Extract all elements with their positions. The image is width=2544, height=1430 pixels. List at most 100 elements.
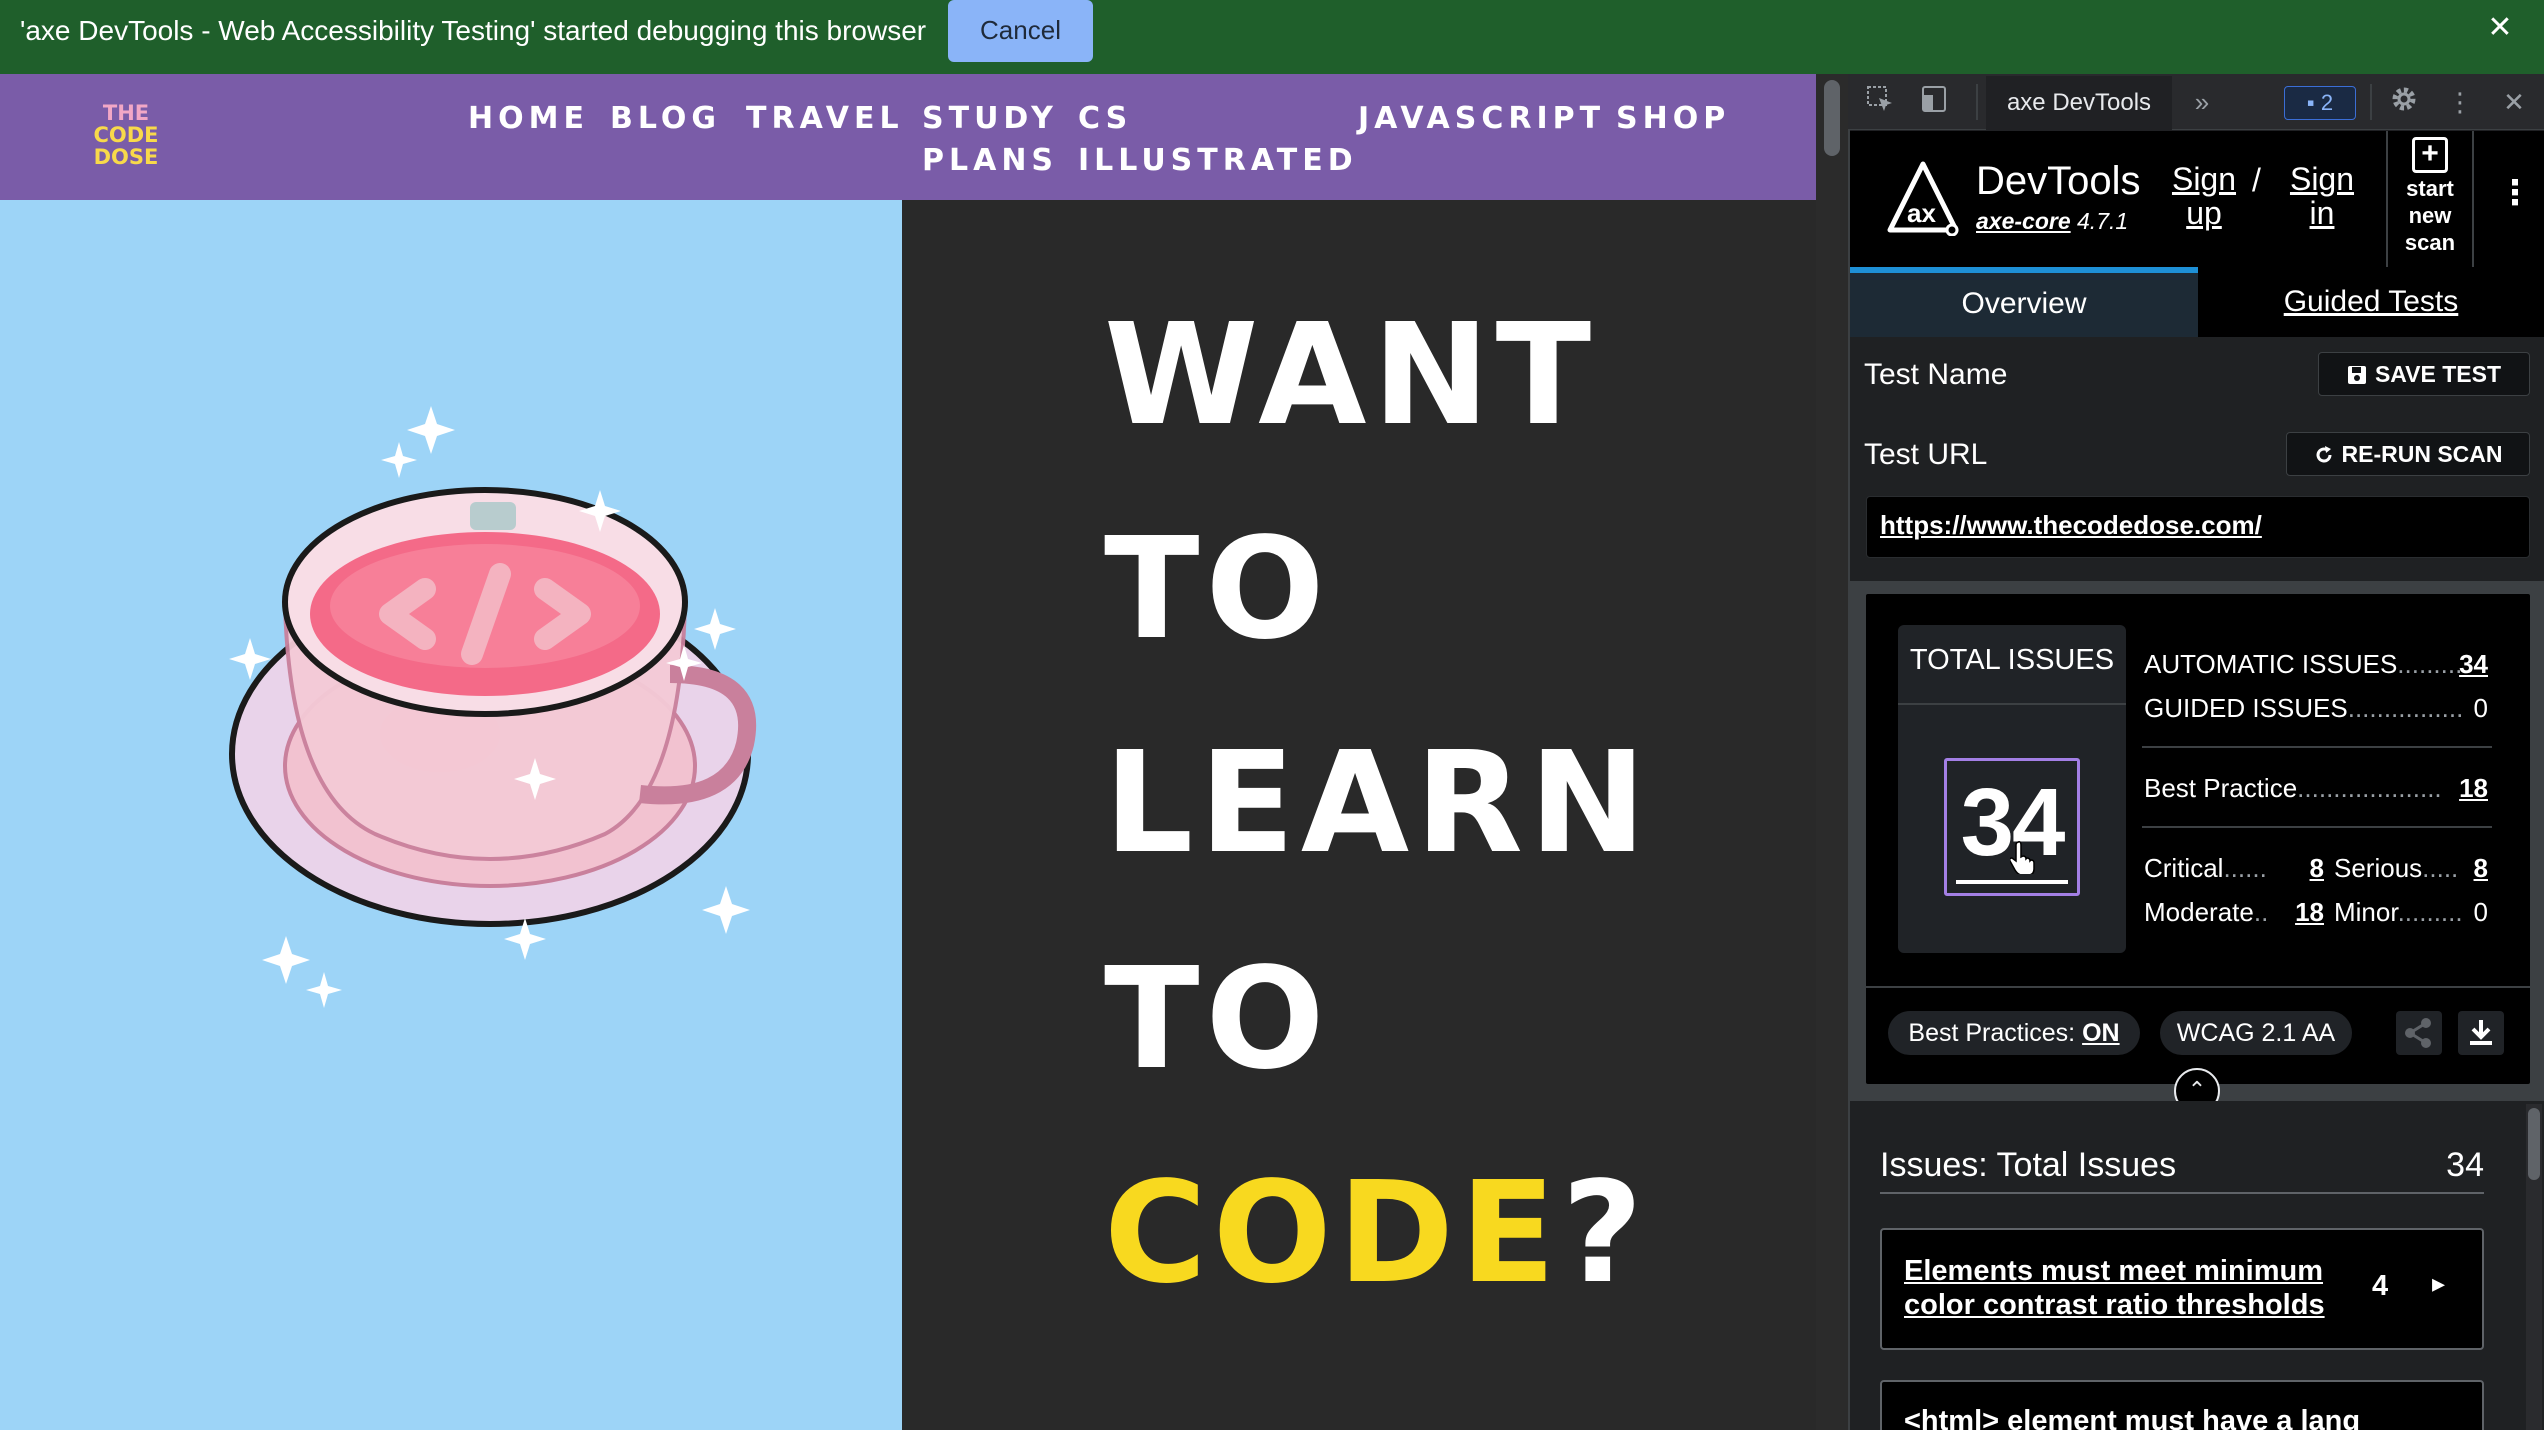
issue-title[interactable]: Elements must meet minimum color contras… bbox=[1904, 1254, 2344, 1322]
chevron-right-icon[interactable]: ▸ bbox=[2432, 1268, 2445, 1299]
best-practice-label: Best Practice.................... bbox=[2144, 772, 2442, 804]
minor-text: Minor bbox=[2334, 897, 2398, 927]
axe-core-link[interactable]: axe-core bbox=[1976, 208, 2071, 234]
nav-link-cs-line1: CS bbox=[1078, 101, 1133, 136]
summary-divider-2 bbox=[2142, 826, 2492, 828]
axe-logo-icon: ax bbox=[1887, 161, 1959, 236]
hero-word-learn: LEARN bbox=[1104, 722, 1653, 885]
download-icon bbox=[2470, 1020, 2492, 1045]
website-scrollbar-thumb[interactable] bbox=[1824, 80, 1840, 156]
cancel-debugging-button[interactable]: Cancel bbox=[948, 0, 1093, 62]
inspect-icon[interactable] bbox=[1862, 84, 1898, 120]
logo-line-the: THE bbox=[102, 101, 150, 125]
sign-up-link[interactable]: Sign up bbox=[2168, 162, 2240, 230]
messages-badge[interactable]: ▪ 2 bbox=[2284, 86, 2356, 120]
nav-link-javascript[interactable]: JAVASCRIPT bbox=[1358, 98, 1605, 140]
nav-link-shop[interactable]: SHOP bbox=[1616, 98, 1730, 140]
nav-link-blog[interactable]: BLOG bbox=[610, 98, 721, 140]
save-test-button[interactable]: SAVE TEST bbox=[2318, 352, 2530, 396]
test-name-label: Test Name bbox=[1864, 358, 2008, 391]
axe-product-title: DevTools bbox=[1976, 159, 2141, 203]
plus-icon: + bbox=[2412, 137, 2448, 173]
nav-link-study-plans-line1: STUDY bbox=[922, 101, 1058, 136]
best-practices-label: Best Practices: bbox=[1908, 1019, 2076, 1047]
logo-line-code: CODE bbox=[93, 123, 159, 147]
messages-count: 2 bbox=[2320, 90, 2334, 115]
site-logo[interactable]: THE CODE DOSE bbox=[86, 102, 166, 174]
nav-link-travel[interactable]: TRAVEL bbox=[746, 98, 904, 140]
hero-word-to-2: TO bbox=[1104, 938, 1331, 1101]
sign-in-link[interactable]: Sign in bbox=[2282, 162, 2362, 230]
nav-link-study-plans[interactable]: STUDY PLANS bbox=[922, 98, 1058, 182]
logo-line-dose: DOSE bbox=[93, 145, 159, 169]
settings-icon[interactable] bbox=[2386, 84, 2422, 120]
share-icon bbox=[2405, 1018, 2431, 1048]
axe-core-version-number: 4.7.1 bbox=[2077, 208, 2129, 234]
automatic-issues-count[interactable]: 34 bbox=[2452, 648, 2488, 680]
nav-link-cs-line2: ILLUSTRATED bbox=[1078, 143, 1358, 178]
start-new-scan-button[interactable]: + start new scan bbox=[2386, 131, 2474, 267]
save-test-label: SAVE TEST bbox=[2374, 361, 2502, 387]
tab-overview[interactable]: Overview bbox=[1850, 267, 2198, 337]
best-practices-state: ON bbox=[2082, 1019, 2120, 1047]
nav-link-home[interactable]: HOME bbox=[468, 98, 589, 140]
nav-link-cs-illustrated[interactable]: CS ILLUSTRATED bbox=[1078, 98, 1358, 182]
hero-question-mark: ? bbox=[1561, 1152, 1649, 1315]
moderate-text: Moderate bbox=[2144, 897, 2254, 927]
best-practice-text: Best Practice bbox=[2144, 773, 2298, 803]
best-practices-toggle[interactable]: Best Practices: ON bbox=[1888, 1011, 2140, 1055]
test-url-link[interactable]: https://www.thecodedose.com/ bbox=[1880, 510, 2262, 541]
critical-count[interactable]: 8 bbox=[2300, 852, 2324, 884]
hero-word-to: TO bbox=[1104, 508, 1331, 671]
moderate-label: Moderate.. bbox=[2144, 896, 2268, 928]
critical-text: Critical bbox=[2144, 853, 2224, 883]
guided-issues-text: GUIDED ISSUES bbox=[2144, 693, 2348, 723]
wcag-standard-pill[interactable]: WCAG 2.1 AA bbox=[2160, 1011, 2352, 1055]
moderate-count[interactable]: 18 bbox=[2286, 896, 2324, 928]
summary-footer-divider bbox=[1866, 986, 2530, 988]
axe-core-version: axe-core 4.7.1 bbox=[1976, 208, 2128, 235]
chevron-up-icon: ⌃ bbox=[2187, 1077, 2207, 1102]
minor-count: 0 bbox=[2473, 897, 2488, 927]
issues-scrollbar-thumb[interactable] bbox=[2528, 1108, 2540, 1180]
issues-list-title: Issues: Total Issues bbox=[1880, 1146, 2177, 1184]
close-devtools-icon[interactable]: ✕ bbox=[2496, 84, 2532, 120]
hand-cursor-icon bbox=[2010, 841, 2035, 874]
total-issues-underline bbox=[1956, 880, 2068, 884]
sign-in-line1: Sign bbox=[2289, 161, 2355, 197]
minor-label: Minor......... bbox=[2334, 896, 2463, 928]
guided-issues-count: 0 bbox=[2473, 693, 2488, 723]
export-button[interactable] bbox=[2458, 1011, 2504, 1055]
serious-count[interactable]: 8 bbox=[2464, 852, 2488, 884]
tab-axe-devtools[interactable]: axe DevTools bbox=[1986, 76, 2172, 130]
new-scan-line1: start bbox=[2406, 176, 2454, 201]
issue-title[interactable]: <html> element must have a lang bbox=[1904, 1404, 2360, 1430]
test-url-label: Test URL bbox=[1864, 438, 1988, 471]
website-viewport: THE CODE DOSE HOME BLOG TRAVEL STUDY PLA… bbox=[0, 74, 1816, 1430]
total-card-divider bbox=[1898, 703, 2126, 705]
rerun-scan-button[interactable]: RE-RUN SCAN bbox=[2286, 432, 2530, 476]
rerun-scan-label: RE-RUN SCAN bbox=[2341, 441, 2503, 467]
issue-count: 4 bbox=[2372, 1270, 2389, 1302]
leader-dots: .................... bbox=[2297, 773, 2442, 803]
tab-guided-tests[interactable]: Guided Tests bbox=[2198, 267, 2544, 337]
more-tabs-icon[interactable]: » bbox=[2184, 84, 2220, 120]
hero-word-code-highlight: CODE bbox=[1104, 1152, 1562, 1315]
leader-dots: ......... bbox=[2397, 897, 2463, 927]
device-toggle-icon[interactable] bbox=[1916, 84, 1952, 120]
teacup-illustration bbox=[229, 406, 757, 1008]
sign-up-line1: Sign bbox=[2171, 161, 2237, 197]
auth-separator: / bbox=[2252, 162, 2261, 198]
close-icon[interactable]: ✕ bbox=[2480, 8, 2520, 48]
leader-dots: ...... bbox=[2223, 853, 2267, 883]
new-scan-line3: scan bbox=[2404, 230, 2456, 255]
share-button[interactable] bbox=[2396, 1011, 2442, 1055]
axe-menu-icon[interactable]: ⋮ bbox=[2498, 176, 2532, 210]
leader-dots: .. bbox=[2253, 897, 2269, 927]
start-new-scan-label: start new scan bbox=[2388, 175, 2472, 256]
issues-title-divider bbox=[1880, 1192, 2484, 1194]
best-practice-count[interactable]: 18 bbox=[2452, 772, 2488, 804]
website-scrollbar[interactable] bbox=[1816, 74, 1848, 1430]
toolbar-divider bbox=[1976, 84, 1978, 120]
kebab-icon[interactable]: ⋮ bbox=[2442, 84, 2478, 120]
